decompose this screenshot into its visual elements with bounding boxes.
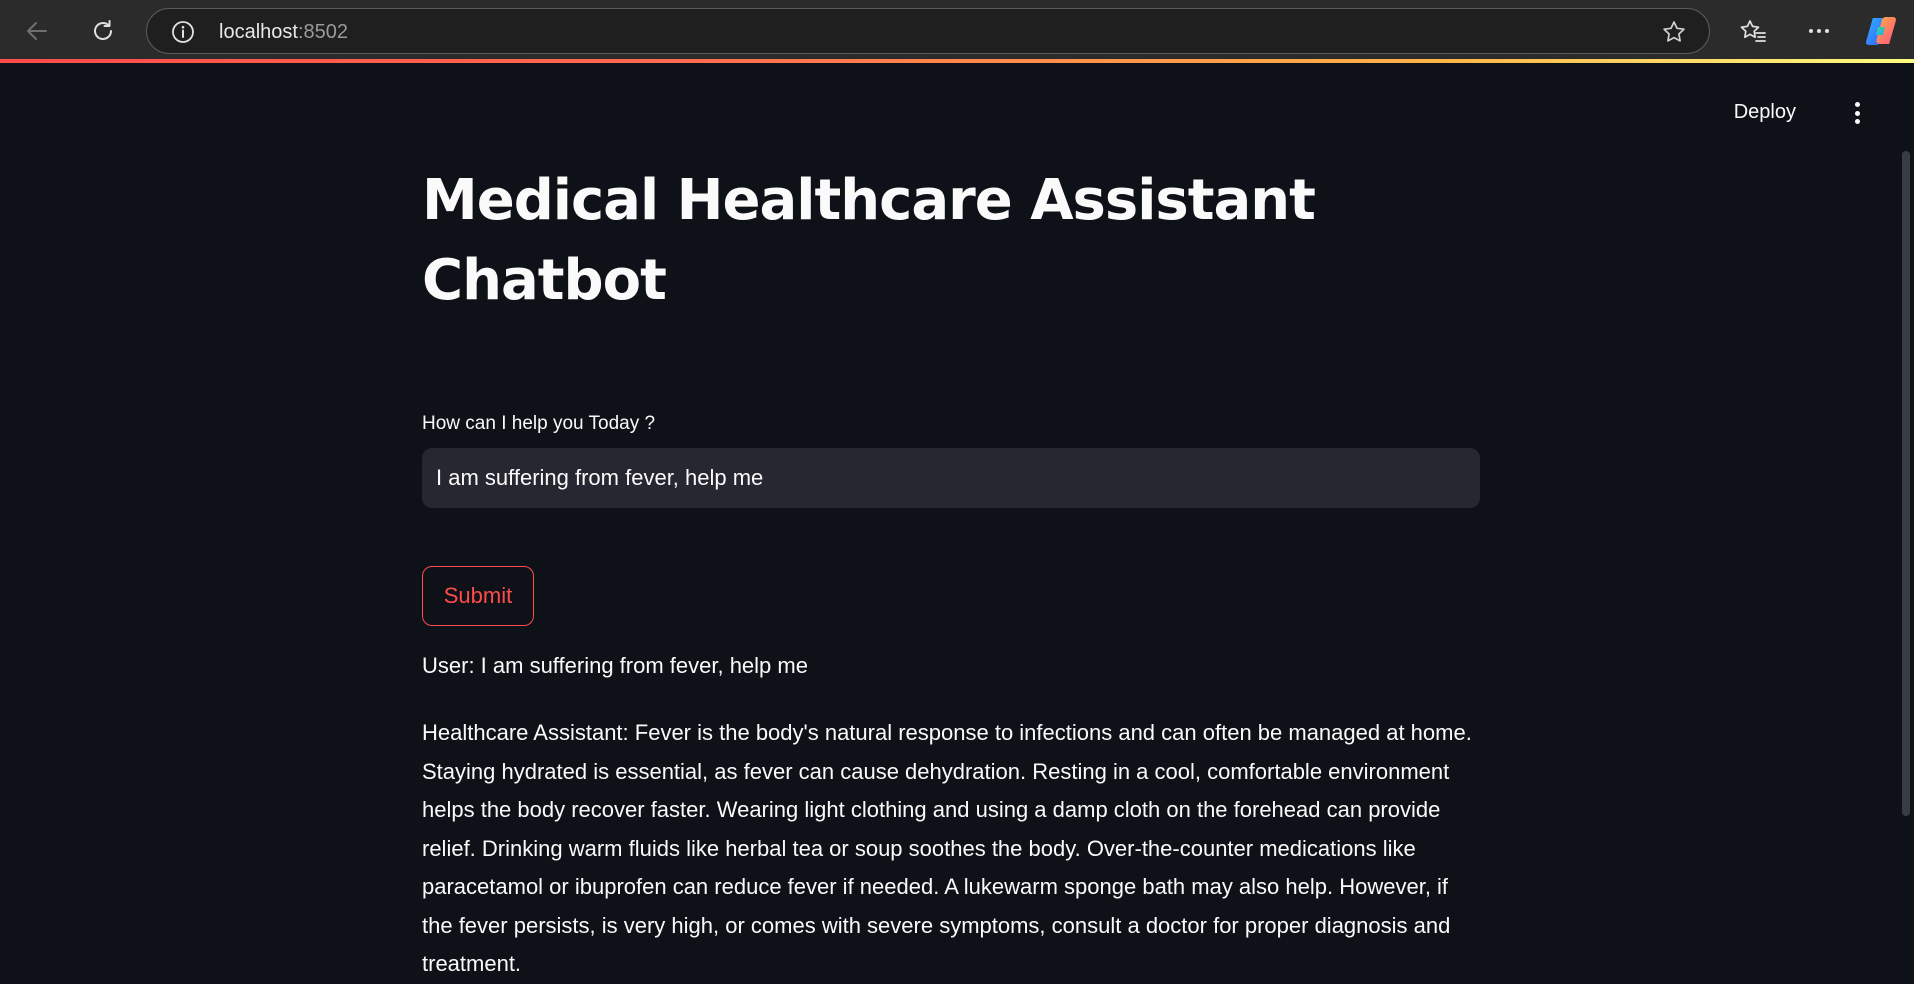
input-label: How can I help you Today ? [422, 413, 656, 434]
user-message: User: I am suffering from fever, help me [422, 653, 808, 678]
app-container: Deploy Medical Healthcare Assistant Chat… [0, 63, 1914, 976]
star-icon[interactable] [1661, 19, 1687, 45]
favorites-icon[interactable] [1734, 12, 1772, 50]
url-host: localhost [219, 21, 298, 43]
scrollbar[interactable] [1902, 151, 1910, 816]
kebab-dot [1854, 110, 1860, 116]
question-input[interactable] [422, 448, 1480, 508]
more-icon[interactable] [1800, 12, 1838, 50]
copilot-icon[interactable] [1864, 14, 1898, 48]
address-bar[interactable]: localhost:8502 [146, 8, 1710, 54]
deploy-button[interactable]: Deploy [1734, 101, 1796, 124]
kebab-dot [1854, 119, 1860, 124]
page-title: Medical Healthcare Assistant Chatbot [422, 168, 1316, 313]
main-content: Medical Healthcare Assistant Chatbot How… [422, 161, 1480, 976]
reload-icon[interactable] [84, 12, 122, 50]
browser-toolbar: localhost:8502 [0, 0, 1914, 61]
info-icon[interactable] [171, 20, 195, 44]
url-text[interactable]: localhost:8502 [219, 21, 348, 43]
url-port: :8502 [297, 21, 348, 43]
kebab-menu-icon[interactable] [1846, 99, 1868, 127]
back-arrow-icon[interactable] [18, 12, 56, 50]
assistant-message: Healthcare Assistant: Fever is the body'… [422, 720, 1472, 976]
submit-button[interactable]: Submit [422, 566, 534, 626]
kebab-dot [1854, 102, 1860, 107]
